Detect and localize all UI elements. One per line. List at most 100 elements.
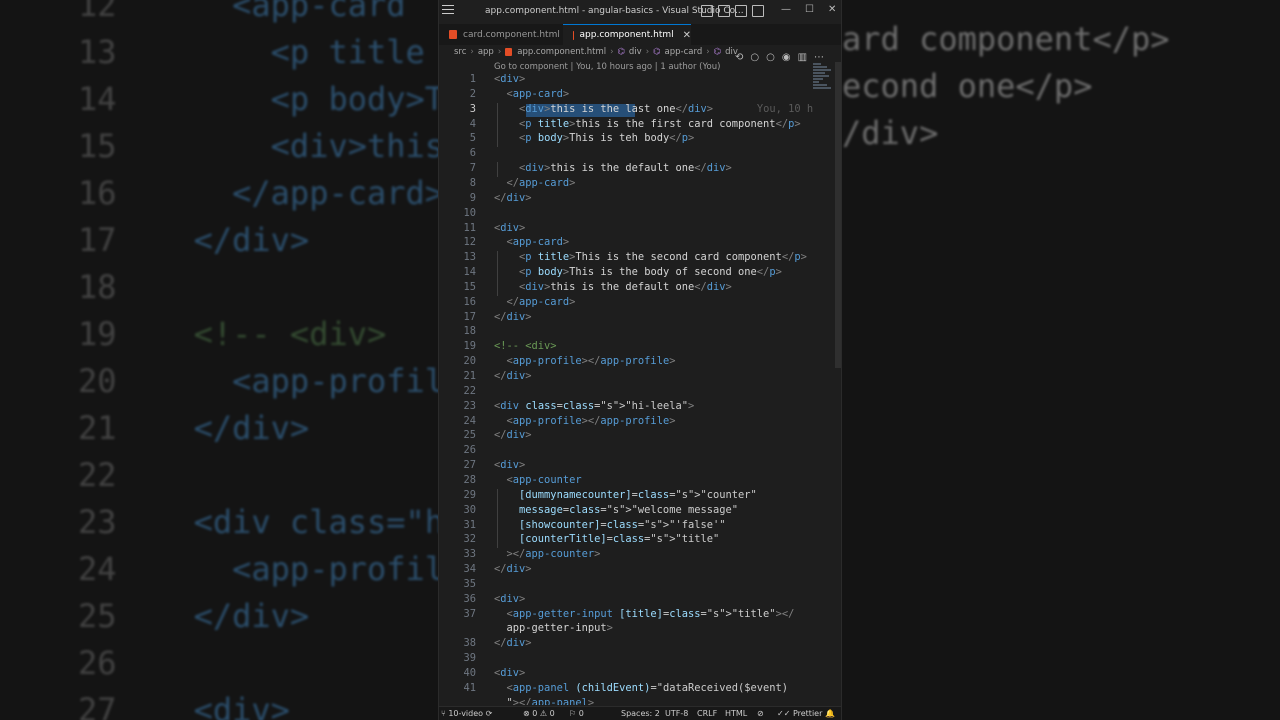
code-text: message=class="s">"welcome message" [519,503,739,516]
code-line[interactable]: 27 <div> [439,459,829,474]
code-line[interactable]: 13 <p title>This is the second card comp… [439,251,829,267]
ports-status[interactable]: ⚐ 0 [569,709,584,718]
code-line[interactable]: 17 </div> [439,311,829,326]
line-number: 31 [463,518,476,531]
vertical-scrollbar[interactable] [835,62,841,368]
code-text: <app-card> [506,87,570,100]
code-line[interactable]: 14 <p body>This is the body of second on… [439,266,829,282]
branch-status[interactable]: ⑂ 10-video ⟳ [441,709,492,718]
prettier-status[interactable]: ✓✓ Prettier [777,709,822,718]
tab-card-component[interactable]: card.component.html [439,24,563,45]
code-line[interactable]: 16 </app-card> [439,296,829,311]
customize-layout-icon[interactable] [752,5,764,17]
code-line[interactable]: 38 </div> [439,637,829,652]
tab-app-component[interactable]: app.component.html ✕ [563,24,691,45]
line-number: 18 [463,325,476,338]
code-line[interactable]: app-getter-input> [439,622,829,637]
code-line[interactable]: 35 [439,578,829,593]
html-file-icon [449,30,457,39]
code-line[interactable]: "></app-panel> [439,697,829,705]
line-number: 13 [463,251,476,264]
code-line[interactable]: 21 </div> [439,370,829,385]
code-line[interactable]: 25 </div> [439,429,829,444]
breadcrumb-item[interactable]: div [725,47,738,57]
next-change-icon[interactable]: ○ [766,52,775,63]
background-code-line: 13 <p title [78,33,425,71]
code-line[interactable]: 20 <app-profile></app-profile> [439,355,829,370]
line-number: 30 [463,503,476,516]
problems-status[interactable]: ⊗ 0 ⚠ 0 [523,709,555,718]
minimize-icon[interactable]: — [781,4,791,15]
code-text: </app-card> [506,295,576,308]
line-number: 20 [463,355,476,368]
code-line[interactable]: 30 message=class="s">"welcome message" [439,503,829,519]
code-text: <p body>This is teh body</p> [519,132,695,145]
background-code-line: 21 </div> [78,409,310,447]
codelens-info[interactable]: Go to component | You, 10 hours ago | 1 … [494,62,720,72]
code-line[interactable]: 33 ></app-counter> [439,548,829,563]
code-line[interactable]: 5 <p body>This is teh body</p> [439,132,829,148]
line-number: 25 [463,429,476,442]
code-text: "></app-panel> [494,696,595,705]
breadcrumb-item[interactable]: src [454,47,466,57]
code-line[interactable]: 7 <div>this is the default one</div> [439,162,829,178]
previous-change-icon[interactable]: ○ [750,52,759,63]
open-changes-icon[interactable]: ◉ [782,52,791,63]
line-number: 1 [469,73,476,85]
code-line[interactable]: 1 <div> [439,73,829,88]
code-line[interactable]: 39 [439,652,829,667]
line-number: 2 [469,87,476,100]
code-line[interactable]: 36 <div> [439,593,829,608]
code-line[interactable]: 2 <app-card> [439,88,829,103]
close-window-icon[interactable]: ✕ [828,4,836,15]
encoding-status[interactable]: UTF-8 [665,709,688,718]
code-line[interactable]: 26 [439,444,829,459]
background-code-line: 19 <!-- <div> [78,315,387,353]
code-line[interactable]: 31 [showcounter]=class="s">"'false'" [439,518,829,534]
layout-controls [701,5,764,17]
maximize-icon[interactable]: ☐ [805,4,814,15]
code-line[interactable]: 37 <app-getter-input [title]=class="s">"… [439,608,829,623]
code-line[interactable]: 15 <div>this is the default one</div> [439,280,829,296]
code-text: </div> [494,563,532,576]
breadcrumb-item[interactable]: div [629,47,642,57]
code-line[interactable]: 6 [439,147,829,162]
code-line[interactable]: 29 [dummynamecounter]=class="s">"counter… [439,488,829,504]
indentation-status[interactable]: Spaces: 2 [621,709,660,718]
breadcrumb-item[interactable]: app-card [665,47,703,57]
toggle-panel-icon[interactable] [718,5,730,17]
line-number: 21 [463,370,476,382]
code-text: <app-card> [506,236,570,249]
code-line[interactable]: 22 [439,385,829,400]
code-line[interactable]: 28 <app-counter [439,474,829,489]
code-line[interactable]: 19 <!-- <div> [439,340,829,355]
language-mode-status[interactable]: HTML [725,709,747,718]
eol-status[interactable]: CRLF [697,709,717,718]
code-line[interactable]: 18 [439,325,829,340]
toggle-primary-sidebar-icon[interactable] [701,5,713,17]
code-line[interactable]: 23 <div class=class="s">"hi-leela"> [439,400,829,415]
breadcrumb-item[interactable]: app [478,47,494,57]
close-tab-icon[interactable]: ✕ [683,30,691,41]
code-line[interactable]: 34 </div> [439,563,829,578]
element-icon: ⌬ [713,47,722,57]
code-line[interactable]: 8 </app-card> [439,177,829,192]
code-line[interactable]: 12 <app-card> [439,236,829,251]
minimap[interactable] [813,62,833,98]
code-line[interactable]: 41 <app-panel (childEvent)="dataReceived… [439,682,829,697]
broadcast-icon[interactable]: ⊘ [757,709,764,718]
code-editor[interactable]: 1 <div> 2 <app-card> 3 <div>this is the las… [439,73,841,705]
breadcrumb-item[interactable]: app.component.html [517,47,606,57]
code-line[interactable]: 4 <p title>this is the first card compon… [439,117,829,133]
split-editor-icon[interactable]: ▥ [798,52,807,63]
hamburger-menu-icon[interactable] [442,5,454,17]
toggle-secondary-sidebar-icon[interactable] [735,5,747,17]
code-line[interactable]: 9 </div> [439,192,829,207]
code-line[interactable]: 40 <div> [439,667,829,682]
notifications-icon[interactable]: 🔔 [825,709,835,718]
code-line[interactable]: 32 [counterTitle]=class="s">"title" [439,533,829,549]
code-line[interactable]: 3 <div>this is the last one</div> You, 1… [439,102,829,118]
code-line[interactable]: 10 [439,207,829,222]
code-line[interactable]: 11 <div> [439,222,829,237]
code-line[interactable]: 24 <app-profile></app-profile> [439,415,829,430]
